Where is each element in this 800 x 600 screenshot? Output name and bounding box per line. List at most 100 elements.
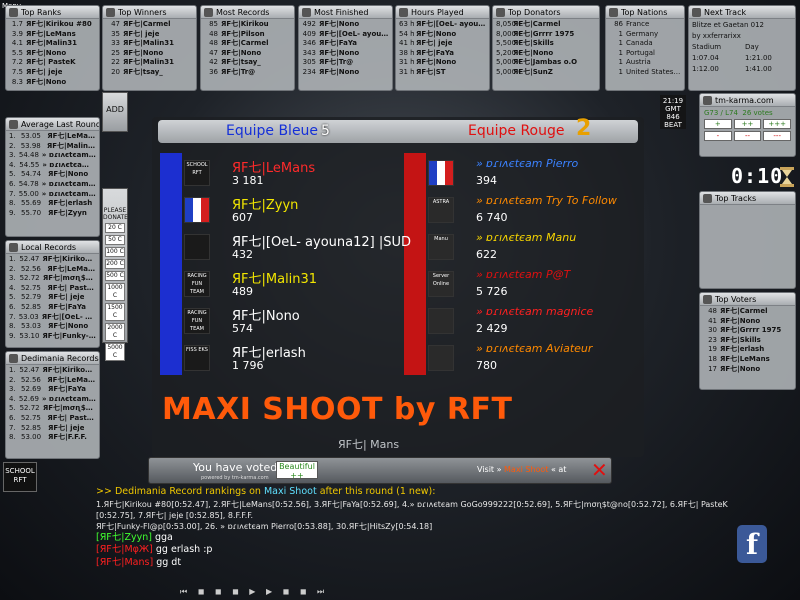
panel-rows: 1.7 ЯF七|Kirikou #80 3.9 ЯF七|LeMans 4.1 ЯF七|Ma…	[6, 19, 99, 88]
player-nick: » ɒɾıʌєtєam Manu	[476, 231, 577, 244]
track-time: 1:12.00	[692, 65, 719, 73]
nation-name: Portugal	[626, 48, 655, 57]
facebook-icon[interactable]: f	[737, 525, 767, 563]
panel-title: Local Records	[21, 243, 77, 252]
donate-button[interactable]: 5000 C	[105, 343, 125, 361]
track-time: 1:07.04	[692, 54, 719, 62]
player-name: ЯF七|[OeL- ayouna12] |SUD	[319, 29, 389, 38]
record-time: 52.72	[19, 274, 40, 283]
record-time: 52.56	[20, 264, 41, 273]
list-item: 48 ЯF七|Carmel	[204, 39, 291, 49]
rank: 8.	[9, 199, 16, 208]
list-item: 4.54.55» ɒɾıʌєtєam P@T	[9, 161, 96, 171]
chat-author: [ЯF七|Zyyn]	[96, 531, 152, 543]
list-item: 48 ЯF七|Pilson	[204, 30, 291, 40]
player-points: 432	[232, 248, 253, 261]
karma-minus-button[interactable]: -	[704, 131, 732, 141]
player-avatar: RACING FUN TEAM	[184, 308, 210, 334]
karma-votes: 26 votes	[742, 109, 773, 117]
list-item: 8. 53.03 ЯF七|Nono	[9, 322, 96, 332]
panel-icon	[9, 8, 18, 17]
rank-value: 305	[302, 58, 316, 67]
chat-author: [ЯF七|MφЖ]	[96, 544, 153, 555]
list-item: 2. 52.56 ЯF七|LeMans	[9, 265, 96, 275]
list-item: 5. 52.79 ЯF七| jeje	[9, 293, 96, 303]
player-name: ЯF七|tsay_	[221, 58, 261, 67]
karma-plus-button[interactable]: +++	[763, 119, 792, 129]
player-points: 5 726	[476, 285, 508, 298]
visit-link[interactable]: Visit » Maxi Shoot « at	[477, 465, 566, 474]
record-time: 53.03	[21, 322, 42, 331]
player-points: 3 181	[232, 174, 264, 187]
chat-text: >> Dedimania Record rankings on	[96, 486, 261, 497]
player-avatar	[428, 308, 454, 334]
list-item: 7.2 ЯF七| PasteK	[9, 58, 96, 68]
donate-button[interactable]: 1000 C	[105, 283, 125, 301]
rank: 8.	[9, 322, 16, 331]
add-track-button[interactable]: ADD	[102, 92, 128, 132]
player-entry: » ɒɾıʌєtєam Aviateur 780	[428, 342, 638, 378]
player-name: ЯF七|erlash	[720, 345, 765, 354]
panel-icon	[204, 8, 213, 17]
player-points: 574	[232, 322, 253, 335]
rank: 4.	[9, 160, 16, 169]
dedimania-icon	[9, 354, 18, 363]
record-time: 54.78	[18, 179, 39, 188]
panel-icon	[302, 8, 311, 17]
donate-button[interactable]: 20 C	[105, 223, 125, 233]
donate-button[interactable]: 50 C	[105, 235, 125, 245]
record-time: 52.75	[20, 413, 41, 422]
karma-minus-button[interactable]: --	[733, 131, 762, 141]
player-name: ЯF七|Kirikou #80	[42, 366, 96, 374]
player-name: » ɒɾıʌєtєam Pierro	[41, 179, 96, 188]
vote-value-button[interactable]: Beautiful ++	[276, 461, 318, 480]
donate-button[interactable]: 200 C	[105, 259, 125, 269]
donate-button[interactable]: 1500 C	[105, 303, 125, 321]
red-team-bar	[404, 153, 426, 375]
player-name: ЯF七|Kirikou	[221, 20, 269, 28]
tmx-logo-icon[interactable]: ✕	[591, 459, 608, 481]
list-item: 2. 53.98 ЯF七|Malin31	[9, 142, 96, 152]
player-name: ЯF七|Pilson	[221, 29, 265, 38]
rank: 7.	[9, 423, 16, 432]
player-avatar	[428, 160, 454, 186]
karma-plus-button[interactable]: +	[704, 119, 732, 129]
list-item: 41 ЯF七|Nono	[703, 317, 792, 327]
panel-title: Top Donators	[508, 8, 561, 17]
list-item: 492 ЯF七|Nono	[302, 20, 389, 30]
donate-button[interactable]: 500 C	[105, 271, 125, 281]
blue-team-score: 5	[321, 123, 330, 139]
rank-value: 33	[111, 39, 120, 48]
player-avatar: FISS EKS	[184, 345, 210, 371]
panel-header: Top Winners	[103, 6, 196, 19]
panel-title: Top Voters	[715, 295, 757, 304]
rank-value: 47	[209, 48, 218, 57]
vote-count: 48	[708, 307, 717, 315]
panel-rows: 63 hЯF七|[OeL- ayouna12]54 hЯF七|Nono41 hЯ…	[396, 19, 489, 79]
countdown-timer: 0:10	[731, 164, 784, 188]
chat-message: [ЯF七|Zyyn] gga	[96, 532, 736, 545]
bottom-toolbar[interactable]: ⏮ ◼ ◼ ◼ ▶ ▶ ◼ ◼ ⏭	[180, 587, 328, 597]
rank: 8.	[9, 433, 16, 442]
rank-value: 35	[111, 29, 120, 38]
rank: 9.	[9, 331, 16, 340]
donate-button[interactable]: 100 C	[105, 247, 125, 257]
rank-value: 41 h	[399, 39, 415, 48]
list-item: 8,000 C ЯF七|Grrrr 1975	[496, 30, 596, 40]
nation-count: 1	[618, 48, 623, 57]
list-item: 36 ЯF七|Tr@	[204, 68, 291, 78]
donate-button[interactable]: 2000 C	[105, 323, 125, 341]
record-time: 52.47	[19, 366, 40, 374]
player-name: ЯF七|Jambas o.O	[513, 58, 578, 67]
karma-plus-button[interactable]: ++	[733, 119, 762, 129]
scoreboard-footer: ЯF七| Mans	[338, 438, 400, 451]
player-name: ЯF七| jeje	[123, 29, 160, 38]
player-name: ЯF七|Nono	[720, 316, 761, 325]
top-panel-most-records: Most Records 85 ЯF七|Kirikou 48 ЯF七|Pilson 48 Я…	[200, 5, 295, 91]
list-item: 3. 52.69 ЯF七|FaYa	[9, 385, 96, 395]
chat-text: gga	[154, 531, 173, 543]
karma-minus-button[interactable]: ---	[763, 131, 792, 141]
player-avatar: RACING FUN TEAM	[184, 271, 210, 297]
records-icon	[9, 243, 18, 252]
panel-title: Top Nations	[621, 8, 668, 17]
